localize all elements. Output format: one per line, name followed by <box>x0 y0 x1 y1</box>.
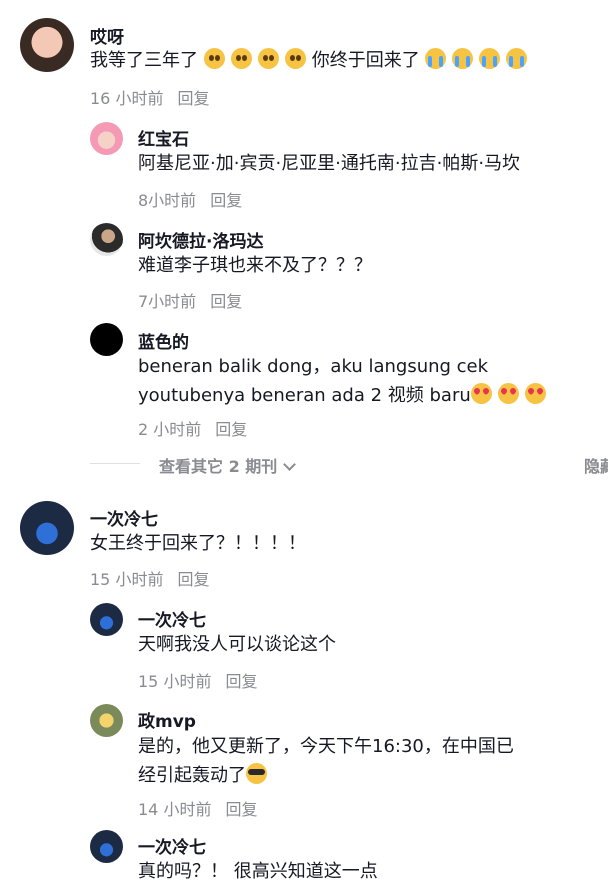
reply-meta: 14 小时前 回复 <box>138 796 257 820</box>
comment-username[interactable]: 哎呀 <box>90 23 124 48</box>
reply-text-line: beneran balik dong，aku langsung cek <box>138 356 489 377</box>
heart-eyes-icon <box>524 383 546 404</box>
timestamp: 8小时前 <box>138 191 197 210</box>
reply-text: 天啊我没人可以谈论这个 <box>138 634 336 655</box>
avatar[interactable] <box>90 704 123 737</box>
reply-button[interactable]: 回复 <box>215 420 247 439</box>
sunglasses-face-icon <box>246 763 267 784</box>
pleading-face-icon <box>230 48 252 69</box>
reply-meta: 15 小时前 回复 <box>138 668 257 692</box>
avatar[interactable] <box>90 323 123 356</box>
reply-username[interactable]: 一次冷七 <box>138 833 206 858</box>
reply-button[interactable]: 回复 <box>210 292 242 311</box>
reply-username[interactable]: 政mvp <box>138 707 196 732</box>
crying-face-icon <box>425 48 447 69</box>
reply-username[interactable]: 阿坎德拉·洛玛达 <box>138 227 263 252</box>
reply-button[interactable]: 回复 <box>225 672 257 691</box>
avatar[interactable] <box>90 830 123 863</box>
timestamp: 16 小时前 <box>90 89 164 108</box>
heart-eyes-icon <box>470 383 492 404</box>
timestamp: 7小时前 <box>138 292 197 311</box>
hide-replies-button[interactable]: 隐藏 <box>584 453 608 477</box>
reply-button[interactable]: 回复 <box>177 570 209 589</box>
crying-face-icon <box>452 48 474 69</box>
view-more-label: 查看其它 2 期刊 <box>159 457 278 476</box>
reply-username[interactable]: 蓝色的 <box>138 328 189 353</box>
reply-button[interactable]: 回复 <box>225 800 257 819</box>
avatar[interactable] <box>20 501 74 555</box>
chevron-down-icon <box>283 458 297 471</box>
heart-eyes-icon <box>497 383 519 404</box>
reply-text: 是的，他又更新了，今天下午16:30，在中国已 经引起轰动了 <box>138 732 514 790</box>
comment-username[interactable]: 一次冷七 <box>90 505 158 530</box>
reply-button[interactable]: 回复 <box>177 89 209 108</box>
timestamp: 2 小时前 <box>138 420 202 439</box>
reply-text-part: youtubenya beneran ada 2 视频 baru <box>138 385 471 406</box>
crying-face-icon <box>479 48 501 69</box>
timestamp: 15 小时前 <box>138 672 212 691</box>
comment-text: 我等了三年了 你终于回来了 <box>90 46 533 75</box>
view-more-replies-row: 查看其它 2 期刊 隐藏 <box>90 451 608 477</box>
reply-text: beneran balik dong，aku langsung cek yout… <box>138 352 552 410</box>
reply-button[interactable]: 回复 <box>210 191 242 210</box>
pleading-face-icon <box>284 48 306 69</box>
avatar[interactable] <box>90 122 123 155</box>
reply-meta: 7小时前 回复 <box>138 288 242 312</box>
reply-text: 难道李子琪也来不及了？？？ <box>138 255 372 276</box>
avatar[interactable] <box>20 18 74 72</box>
timestamp: 14 小时前 <box>138 800 212 819</box>
comment-meta: 15 小时前 回复 <box>90 566 209 590</box>
view-more-replies-button[interactable]: 查看其它 2 期刊 <box>159 453 297 477</box>
avatar[interactable] <box>90 603 123 636</box>
reply-text-line: youtubenya beneran ada 2 视频 baru <box>138 381 552 410</box>
pleading-face-icon <box>203 48 225 69</box>
timestamp: 15 小时前 <box>90 570 164 589</box>
reply-username[interactable]: 一次冷七 <box>138 606 206 631</box>
reply-text-part: 经引起轰动了 <box>138 765 246 786</box>
comment-text-part: 我等了三年了 <box>90 50 198 71</box>
comment-meta: 16 小时前 回复 <box>90 85 209 109</box>
reply-meta: 8小时前 回复 <box>138 187 242 211</box>
avatar[interactable] <box>90 223 123 256</box>
reply-meta: 2 小时前 回复 <box>138 416 247 440</box>
divider <box>90 463 140 464</box>
comment-text: 女王终于回来了？！！！！ <box>90 533 306 554</box>
reply-username[interactable]: 红宝石 <box>138 125 189 150</box>
reply-text: 真的吗？！ 很高兴知道这一点 <box>138 861 378 882</box>
comment-text-part: 你终于回来了 <box>311 50 420 71</box>
pleading-face-icon <box>257 48 279 69</box>
crying-face-icon <box>506 48 528 69</box>
reply-text: 阿基尼亚·加·宾贡·尼亚里·通托南·拉吉·帕斯·马坎 <box>138 153 521 174</box>
reply-text-line: 是的，他又更新了，今天下午16:30，在中国已 <box>138 736 514 757</box>
reply-text-line: 经引起轰动了 <box>138 761 514 790</box>
